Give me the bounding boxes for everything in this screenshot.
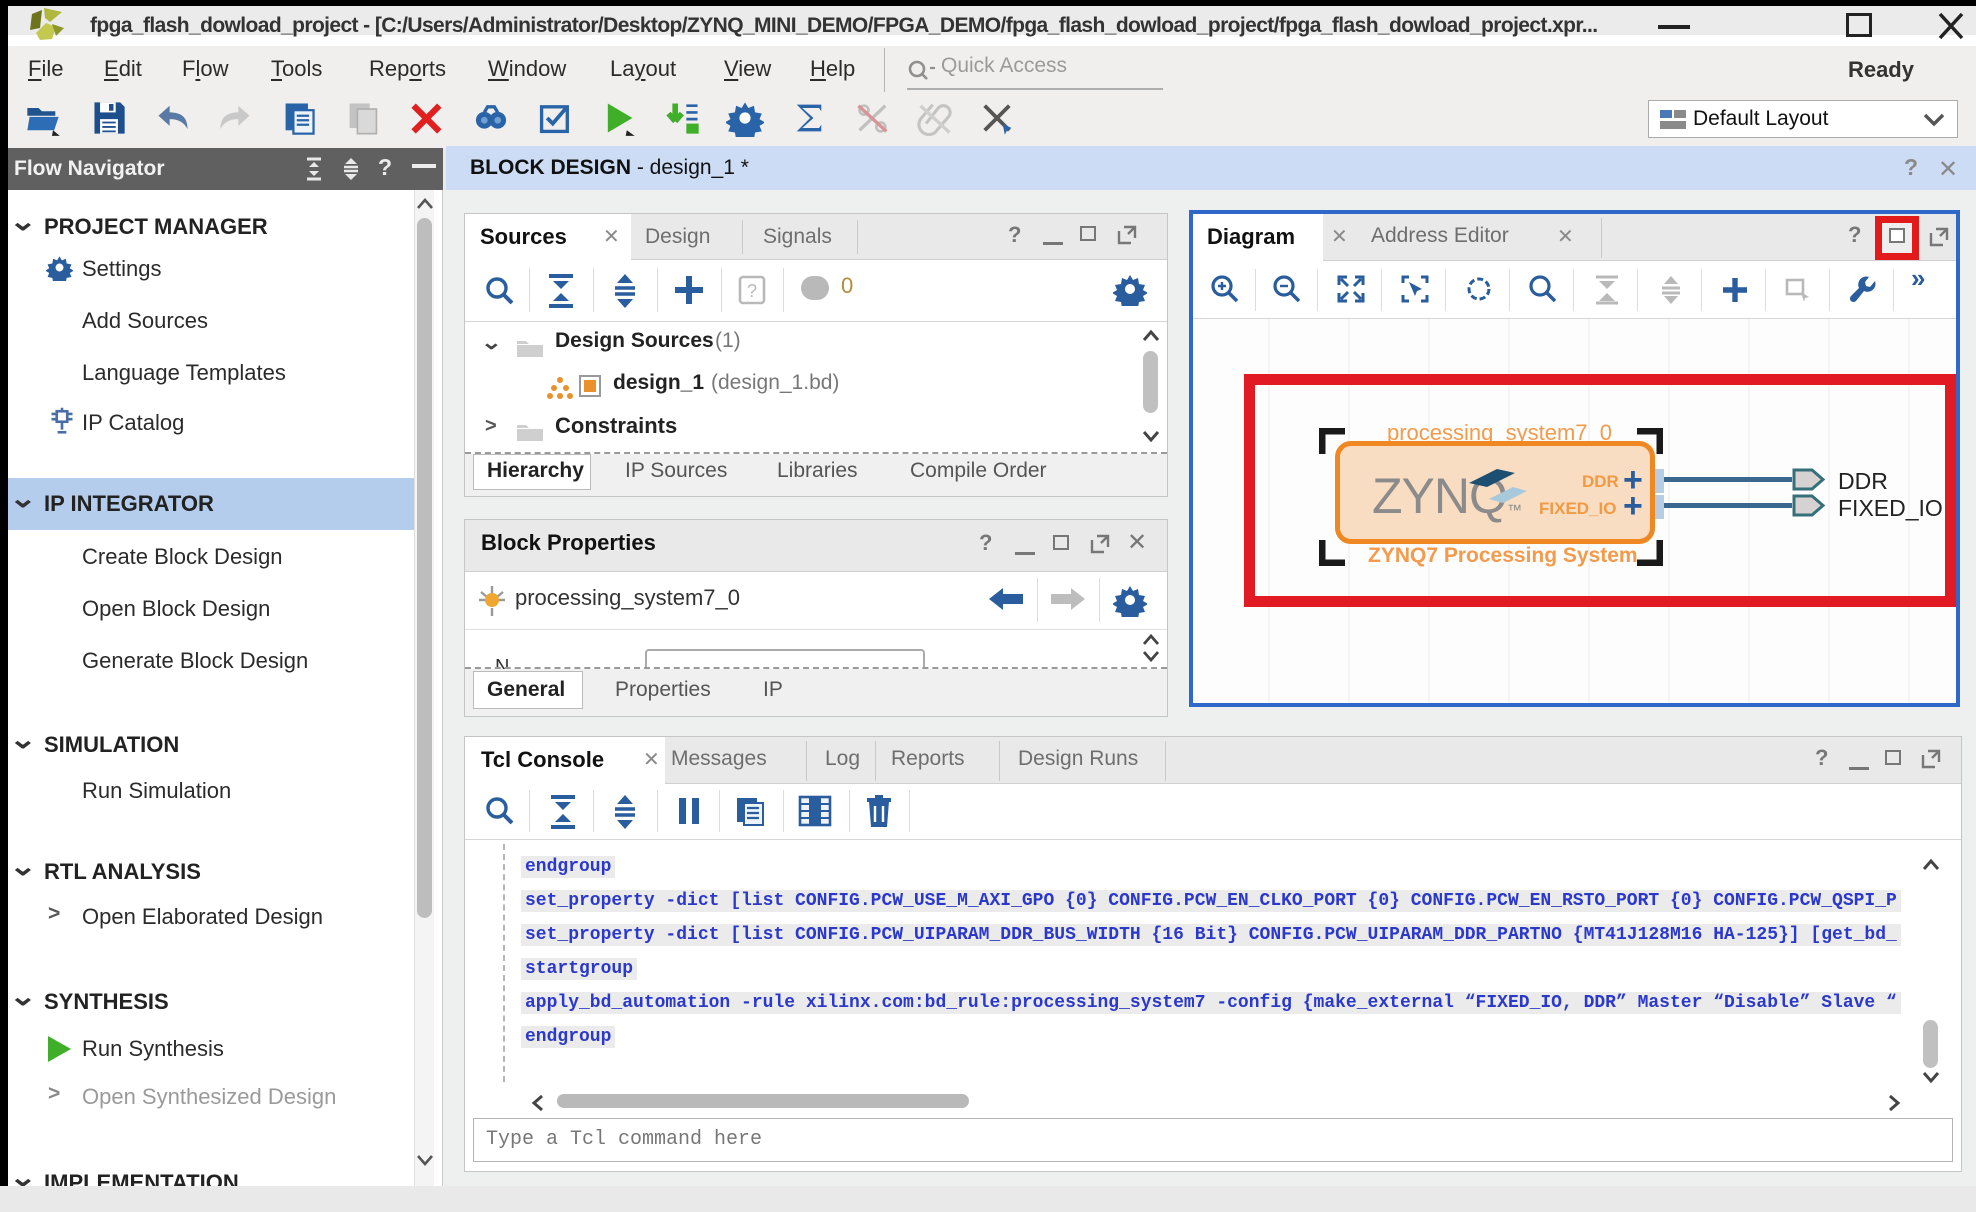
svg-text:?: ?	[747, 281, 757, 301]
